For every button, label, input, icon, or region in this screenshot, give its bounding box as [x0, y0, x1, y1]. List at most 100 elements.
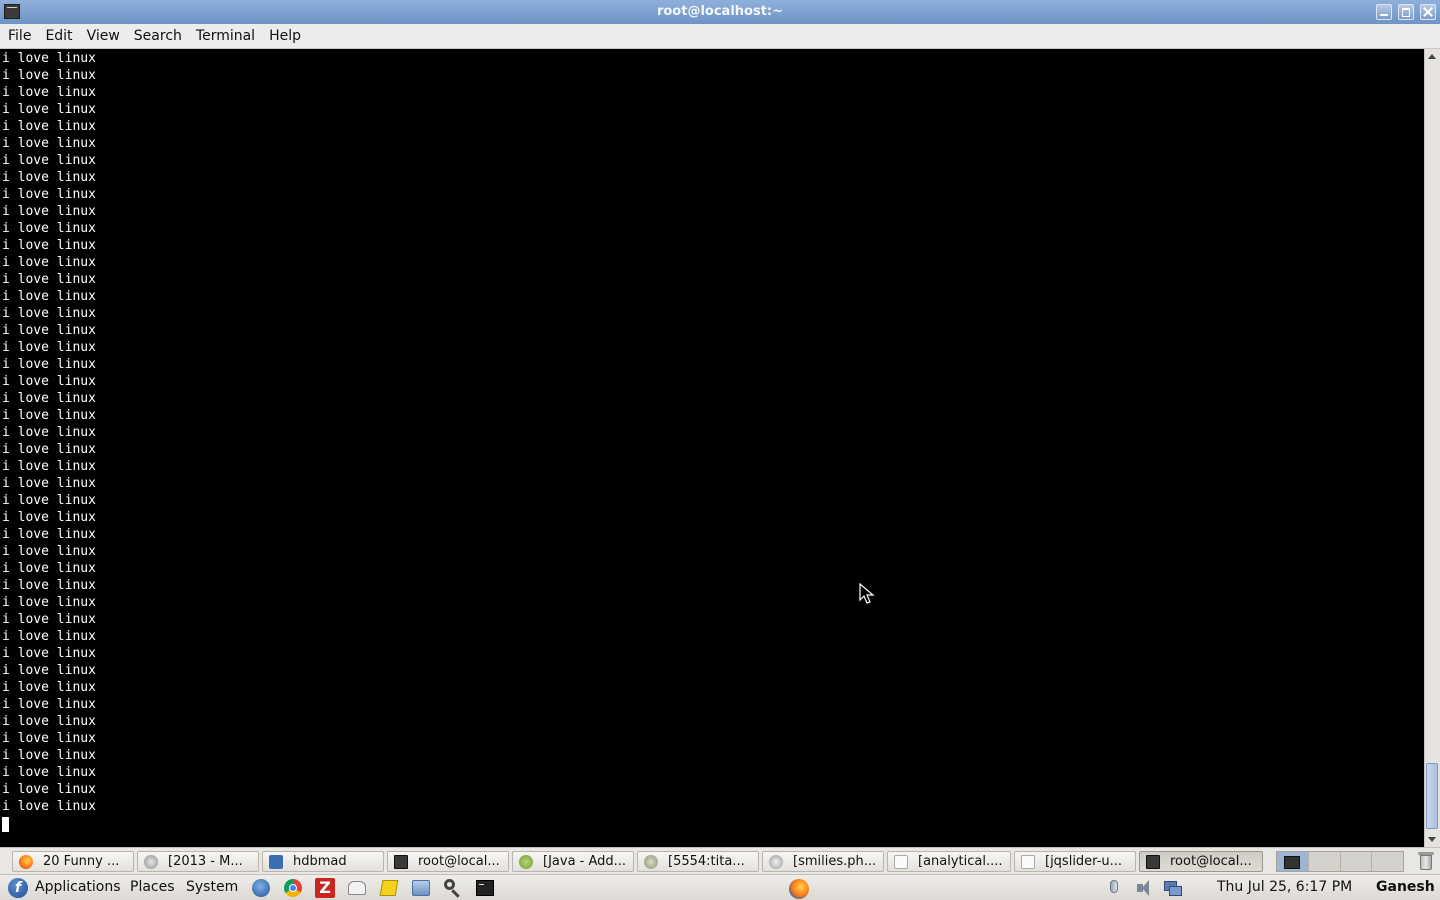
task-terminal-active[interactable]: root@local... [1139, 851, 1263, 872]
trash-icon[interactable] [1417, 851, 1435, 871]
terminal-line: i love linux [2, 442, 96, 457]
scrollbar-thumb[interactable] [1426, 763, 1438, 829]
terminal-line: i love linux [2, 306, 96, 321]
terminal-line: i love linux [2, 595, 96, 610]
menu-view[interactable]: View [80, 24, 127, 48]
task-label: [smilies.ph... [793, 854, 877, 869]
maximize-button[interactable] [1398, 4, 1414, 20]
terminal-line: i love linux [2, 187, 96, 202]
window-titlebar[interactable]: root@localhost:~ [0, 0, 1440, 24]
scroll-down-arrow-icon[interactable] [1425, 832, 1440, 847]
menu-edit[interactable]: Edit [38, 24, 79, 48]
firefox-icon [19, 855, 33, 869]
terminal-line: i love linux [2, 255, 96, 270]
mouse-pointer-icon [859, 583, 875, 604]
terminal-icon[interactable] [474, 878, 496, 898]
document-icon [894, 855, 908, 869]
user-name[interactable]: Ganesh [1376, 879, 1435, 895]
menu-help[interactable]: Help [262, 24, 308, 48]
emulator-icon [644, 855, 658, 869]
task-label: 20 Funny ... [43, 854, 120, 869]
vertical-scrollbar[interactable] [1424, 49, 1440, 847]
filezilla-icon[interactable] [314, 878, 336, 898]
menu-bar: File Edit View Search Terminal Help [0, 24, 1440, 49]
terminal-line: i love linux [2, 204, 96, 219]
terminal-output[interactable]: i love linux i love linux i love linux i lo… [0, 49, 1424, 847]
terminal-line: i love linux [2, 544, 96, 559]
android-icon [519, 855, 533, 869]
thunderbird-icon[interactable] [250, 878, 272, 898]
chrome-icon[interactable] [282, 878, 304, 898]
terminal-icon [1146, 855, 1160, 869]
terminal-line: i love linux [2, 221, 96, 236]
scroll-up-arrow-icon[interactable] [1425, 49, 1440, 64]
file-manager-icon[interactable] [410, 878, 432, 898]
menu-file[interactable]: File [0, 24, 38, 48]
microphone-icon[interactable] [1104, 879, 1126, 897]
terminal-line: i love linux [2, 646, 96, 661]
task-chat[interactable]: [2013 - M... [137, 851, 259, 872]
close-button[interactable] [1420, 4, 1436, 20]
terminal-line: i love linux [2, 68, 96, 83]
mail-icon[interactable] [346, 878, 368, 898]
terminal-line: i love linux [2, 612, 96, 627]
places-menu[interactable]: Places [130, 879, 175, 895]
terminal-line: i love linux [2, 340, 96, 355]
workspace-2[interactable] [1308, 852, 1341, 871]
gnome-panel: f Applications Places System Thu Jul 25,… [0, 874, 1440, 900]
terminal-line: i love linux [2, 765, 96, 780]
minimize-button[interactable] [1376, 4, 1392, 20]
notes-icon[interactable] [378, 878, 400, 898]
terminal-line: i love linux [2, 408, 96, 423]
window-title: root@localhost:~ [656, 4, 784, 19]
task-smilies[interactable]: [smilies.ph... [762, 851, 884, 872]
menu-terminal[interactable]: Terminal [189, 24, 262, 48]
terminal-line: i love linux [2, 85, 96, 100]
terminal-line: i love linux [2, 272, 96, 287]
menu-search[interactable]: Search [127, 24, 189, 48]
terminal-line: i love linux [2, 799, 96, 814]
workspace-1[interactable] [1277, 852, 1309, 871]
task-terminal-1[interactable]: root@local... [387, 851, 509, 872]
chat-icon [144, 855, 158, 869]
terminal-line: i love linux [2, 663, 96, 678]
task-firefox[interactable]: 20 Funny ... [12, 851, 134, 872]
terminal-line: i love linux [2, 510, 96, 525]
terminal-line: i love linux [2, 289, 96, 304]
task-jqslider[interactable]: [jqslider-u... [1014, 851, 1136, 872]
task-label: [jqslider-u... [1045, 854, 1123, 869]
terminal-lines: i love linux i love linux i love linux i lo… [2, 50, 96, 815]
clock[interactable]: Thu Jul 25, 6:17 PM [1217, 879, 1352, 895]
fedora-logo-icon[interactable]: f [8, 878, 28, 898]
task-java[interactable]: [Java - Add... [512, 851, 634, 872]
document-icon [1021, 855, 1035, 869]
search-icon[interactable] [442, 878, 464, 898]
terminal-line: i love linux [2, 357, 96, 372]
terminal-line: i love linux [2, 782, 96, 797]
task-label: [Java - Add... [543, 854, 627, 869]
terminal-line: i love linux [2, 119, 96, 134]
applications-menu[interactable]: Applications [35, 879, 121, 895]
workspace-4[interactable] [1372, 852, 1403, 871]
terminal-line: i love linux [2, 527, 96, 542]
terminal-line: i love linux [2, 714, 96, 729]
terminal-line: i love linux [2, 170, 96, 185]
task-folder[interactable]: hdbmad [262, 851, 384, 872]
volume-icon[interactable] [1134, 879, 1156, 897]
firefox-icon[interactable] [788, 878, 810, 899]
terminal-line: i love linux [2, 680, 96, 695]
task-label: root@local... [1170, 854, 1252, 869]
task-emulator[interactable]: [5554:tita... [637, 851, 759, 872]
network-icon[interactable] [1162, 879, 1184, 897]
terminal-line: i love linux [2, 493, 96, 508]
system-menu[interactable]: System [186, 879, 238, 895]
task-label: hdbmad [293, 854, 347, 869]
text-cursor [2, 817, 9, 832]
folder-icon [269, 855, 283, 869]
terminal-line: i love linux [2, 153, 96, 168]
workspace-3[interactable] [1340, 852, 1373, 871]
terminal-line: i love linux [2, 374, 96, 389]
task-label: [analytical.... [918, 854, 1003, 869]
terminal-line: i love linux [2, 476, 96, 491]
task-analytical[interactable]: [analytical.... [887, 851, 1011, 872]
